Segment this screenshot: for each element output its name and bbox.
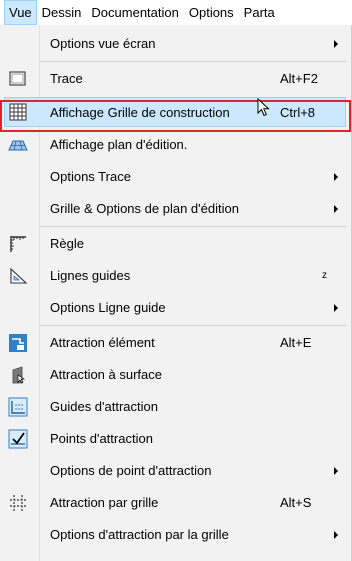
snap-guides-icon [8,397,28,417]
menu-item-label: Options Trace [50,169,131,184]
menu-item-options-point-attraction[interactable]: Options de point d'attraction [4,456,346,486]
menu-separator [40,61,346,62]
vue-dropdown-menu: Options vue écran Trace Alt+F2 Affichage… [0,25,352,561]
menu-separator [40,325,346,326]
menu-item-attraction-element[interactable]: Attraction élément Alt+E [4,328,346,358]
menu-item-label: Options vue écran [50,36,156,51]
shortcut-text: Alt+F2 [280,71,318,86]
menu-bar: Vue Dessin Documentation Options Parta [0,0,352,26]
menu-dessin[interactable]: Dessin [37,0,87,25]
menu-item-label: Guides d'attraction [50,399,158,414]
menu-item-regle[interactable]: Règle [4,229,346,259]
menu-item-points-attraction[interactable]: Points d'attraction [4,424,346,454]
menu-item-label: Options d'attraction par la grille [50,527,229,542]
menu-item-attraction-par-grille[interactable]: Attraction par grille Alt+S [4,488,346,518]
guide-lines-icon [10,267,28,284]
element-snap-icon [9,334,27,352]
menu-item-label: Grille & Options de plan d'édition [50,201,239,216]
menu-item-label: Options de point d'attraction [50,463,212,478]
menu-documentation[interactable]: Documentation [86,0,183,25]
surface-snap-icon [12,366,26,384]
menu-item-options-trace[interactable]: Options Trace [4,162,346,192]
menu-item-label: Lignes guides [50,268,131,283]
shortcut-text: Alt+E [280,335,312,350]
menu-item-trace[interactable]: Trace Alt+F2 [4,64,346,94]
menu-item-label: Affichage plan d'édition. [50,137,188,152]
menu-item-label: Attraction par grille [50,495,159,510]
grid-snap-icon [10,495,26,511]
menu-separator [40,226,346,227]
menu-item-label: Points d'attraction [50,431,153,446]
submenu-arrow-icon [334,531,338,539]
menu-item-label: Attraction élément [50,335,155,350]
menu-item-affichage-plan-edition[interactable]: Affichage plan d'édition. [4,130,346,160]
shortcut-text: Alt+S [280,495,312,510]
submenu-arrow-icon [334,205,338,213]
submenu-arrow-icon [334,304,338,312]
menu-item-attraction-surface[interactable]: Attraction à surface [4,360,346,390]
menu-item-label: Règle [50,236,84,251]
mouse-pointer-icon [257,98,270,117]
menu-item-options-attraction-grille[interactable]: Options d'attraction par la grille [4,520,346,550]
menu-vue[interactable]: Vue [4,0,37,25]
menu-item-label: Trace [50,71,83,86]
edit-plane-icon [8,140,28,151]
menu-item-label: Options Ligne guide [50,300,166,315]
menu-item-guides-attraction[interactable]: Guides d'attraction [4,392,346,422]
menu-item-grille-options-plan[interactable]: Grille & Options de plan d'édition [4,194,346,224]
red-annotation-box [0,100,351,132]
menu-item-lignes-guides[interactable]: Lignes guides z [4,261,346,291]
menu-item-options-vue-ecran[interactable]: Options vue écran [4,29,346,59]
menu-item-options-ligne-guide[interactable]: Options Ligne guide [4,293,346,323]
shortcut-text: z [322,270,327,281]
trace-window-icon [9,71,26,86]
submenu-arrow-icon [334,467,338,475]
ruler-icon [10,236,26,252]
snap-points-icon [8,429,28,449]
menu-partage[interactable]: Parta [239,0,280,25]
submenu-arrow-icon [334,173,338,181]
submenu-arrow-icon [334,40,338,48]
menu-options[interactable]: Options [184,0,239,25]
menu-item-label: Attraction à surface [50,367,162,382]
